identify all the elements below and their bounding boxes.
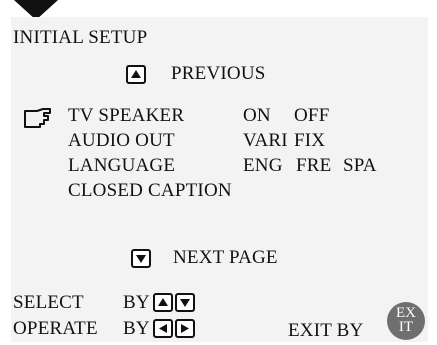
option-fix[interactable]: FIX	[294, 130, 325, 152]
initial-setup-menu: INITIAL SETUP PREVIOUS TV SPEAKER ON OFF…	[11, 17, 428, 342]
option-fre[interactable]: FRE	[296, 155, 331, 177]
exit-badge-line1: EX	[396, 305, 416, 321]
select-by-label: BY	[123, 292, 150, 313]
menu-item-tv-speaker[interactable]: TV SPEAKER	[68, 105, 184, 127]
left-arrow-key-icon[interactable]	[153, 319, 173, 338]
operate-label: OPERATE	[13, 318, 98, 339]
down-arrow-key-icon[interactable]	[175, 293, 195, 312]
exit-button-icon[interactable]: EX IT	[387, 302, 425, 340]
option-on[interactable]: ON	[243, 105, 271, 127]
menu-item-audio-out[interactable]: AUDIO OUT	[68, 130, 175, 152]
exit-badge-line2: IT	[398, 319, 414, 335]
right-arrow-key-icon[interactable]	[175, 319, 195, 338]
select-label: SELECT	[13, 292, 84, 313]
up-arrow-key-icon[interactable]	[126, 65, 146, 84]
down-arrow-key-icon[interactable]	[131, 249, 151, 268]
exit-by-label: EXIT BY	[288, 320, 364, 341]
next-page-label[interactable]: NEXT PAGE	[173, 247, 278, 269]
menu-item-closed-caption[interactable]: CLOSED CAPTION	[68, 180, 232, 202]
option-eng[interactable]: ENG	[243, 155, 283, 177]
option-off[interactable]: OFF	[294, 105, 329, 127]
operate-by-label: BY	[123, 318, 150, 339]
option-spa[interactable]: SPA	[343, 155, 377, 177]
pointing-hand-icon	[24, 108, 51, 128]
menu-title: INITIAL SETUP	[13, 27, 148, 48]
up-arrow-key-icon[interactable]	[153, 293, 173, 312]
previous-page-label[interactable]: PREVIOUS	[171, 63, 266, 85]
option-vari[interactable]: VARI	[243, 130, 288, 152]
menu-item-language[interactable]: LANGUAGE	[68, 155, 175, 177]
